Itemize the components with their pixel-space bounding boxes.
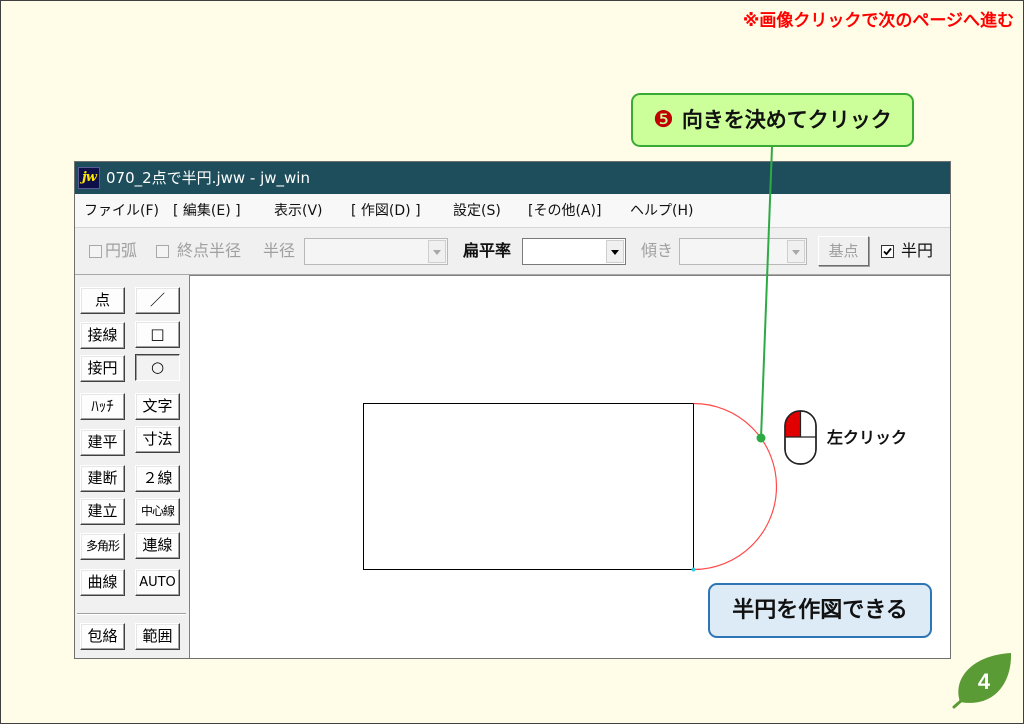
title-bar[interactable]: jw 070_2点で半円.jww - jw_win: [75, 162, 950, 194]
dropdown-arrow-icon[interactable]: [787, 240, 805, 263]
tool-center-line[interactable]: 中心線: [135, 498, 180, 525]
tool-hatch[interactable]: ﾊｯﾁ: [80, 393, 125, 420]
flatness-combo[interactable]: [522, 238, 626, 265]
palette-separator: [77, 613, 186, 615]
tool-auto[interactable]: AUTO: [135, 569, 180, 596]
flatness-label: 扁平率: [463, 241, 512, 260]
dropdown-arrow-icon[interactable]: [428, 240, 446, 263]
base-point-button[interactable]: 基点: [818, 236, 869, 266]
arc-checkbox[interactable]: [89, 245, 102, 258]
tool-dimension[interactable]: 寸法: [135, 426, 180, 453]
arc-label: 円弧: [105, 241, 138, 260]
tool-line[interactable]: ／: [135, 287, 180, 314]
circle-tool-options-bar: 円弧 終点半径 半径 扁平率 傾き 基点 半円: [75, 228, 950, 275]
tool-tangent-line[interactable]: 接線: [80, 322, 125, 349]
semicircle-label: 半円: [901, 241, 934, 260]
tool-building-section[interactable]: 建断: [80, 465, 125, 492]
end-radius-label: 終点半径: [177, 241, 242, 260]
menu-edit[interactable]: [ 編集(E) ]: [173, 202, 241, 220]
tool-point[interactable]: 点: [80, 287, 125, 314]
tool-polygon[interactable]: 多角形: [80, 533, 125, 560]
menu-view[interactable]: 表示(V): [274, 202, 323, 220]
window-title: 070_2点で半円.jww - jw_win: [106, 169, 310, 187]
tool-rectangle[interactable]: □: [135, 321, 180, 348]
tool-text[interactable]: 文字: [135, 393, 180, 420]
next-page-hint: ※画像クリックで次のページへ進む: [742, 11, 1014, 31]
mouse-left-click-icon: [784, 410, 817, 465]
result-text: 半円を作図できる: [732, 597, 908, 623]
tool-range[interactable]: 範囲: [135, 623, 180, 650]
jw-app-icon[interactable]: jw: [78, 167, 100, 189]
page-number-badge: 4: [952, 653, 1012, 709]
tool-circle[interactable]: ○: [135, 354, 180, 381]
drawn-rectangle: [363, 403, 694, 570]
tool-double-line[interactable]: ２線: [135, 465, 180, 492]
tool-tangent-circle[interactable]: 接円: [80, 355, 125, 382]
tool-building-elevation[interactable]: 建立: [80, 498, 125, 525]
menu-file[interactable]: ファイル(F): [84, 202, 159, 220]
checkmark-icon: [883, 247, 892, 256]
tool-envelope[interactable]: 包絡: [80, 623, 125, 650]
tool-building-plan[interactable]: 建平: [80, 429, 125, 456]
semicircle-checkbox[interactable]: [881, 245, 894, 258]
menu-help[interactable]: ヘルプ(H): [630, 202, 693, 220]
end-radius-checkbox[interactable]: [156, 245, 169, 258]
menu-draw[interactable]: [ 作図(D) ]: [351, 202, 421, 220]
snap-point-marker: [691, 567, 696, 572]
tilt-combo[interactable]: [679, 238, 807, 265]
tilt-label: 傾き: [641, 241, 674, 260]
left-click-label: 左クリック: [827, 428, 908, 447]
result-callout: 半円を作図できる: [708, 583, 932, 638]
mouse-left-button: [785, 411, 801, 437]
tool-curve[interactable]: 曲線: [80, 569, 125, 596]
step-number-badge: ❺: [653, 107, 674, 133]
menu-bar: ファイル(F) [ 編集(E) ] 表示(V) [ 作図(D) ] 設定(S) …: [75, 194, 950, 228]
dropdown-arrow-icon[interactable]: [606, 240, 624, 263]
menu-settings[interactable]: 設定(S): [453, 202, 501, 220]
leaf-stem: [952, 698, 964, 709]
leader-line: [756, 146, 773, 443]
radius-combo[interactable]: [304, 238, 448, 265]
leader-line-stroke: [760, 146, 773, 439]
tutorial-slide[interactable]: ※画像クリックで次のページへ進む jw 070_2点で半円.jww - jw_w…: [0, 0, 1024, 724]
tool-connect-line[interactable]: 連線: [135, 532, 180, 559]
step-callout: ❺ 向きを決めてクリック: [631, 93, 914, 147]
menu-other[interactable]: [その他(A)]: [528, 202, 601, 220]
page-number: 4: [978, 669, 991, 694]
tool-palette: 点 接線 接円 ﾊｯﾁ 建平 建断 建立 多角形 曲線 包絡 ／ □ ○ 文字 …: [75, 275, 188, 658]
step-instruction: 向きを決めてクリック: [681, 108, 892, 132]
leader-dot: [756, 433, 766, 443]
radius-label: 半径: [263, 241, 296, 260]
